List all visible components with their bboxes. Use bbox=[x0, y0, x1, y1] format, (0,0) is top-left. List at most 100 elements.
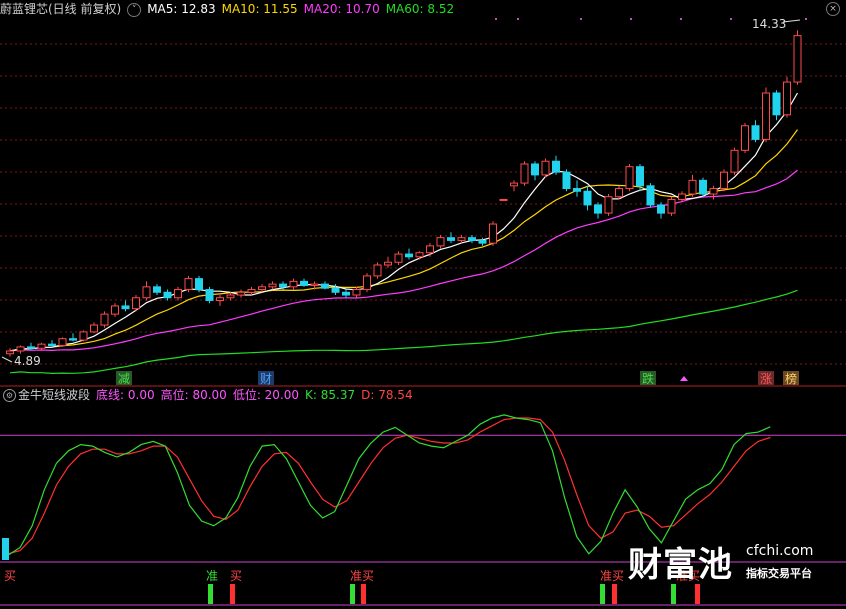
candle-body bbox=[615, 188, 623, 198]
candle-body bbox=[132, 297, 140, 310]
candle-body bbox=[520, 163, 529, 184]
candle-body bbox=[268, 283, 277, 288]
candle-body bbox=[121, 305, 130, 310]
top-marker bbox=[680, 18, 682, 20]
candle-body bbox=[730, 149, 739, 173]
candle-body bbox=[195, 278, 203, 291]
candle-body bbox=[594, 204, 602, 214]
candle-body bbox=[625, 166, 634, 190]
candle-body bbox=[321, 283, 329, 289]
top-marker bbox=[730, 18, 732, 20]
candle-body bbox=[300, 280, 308, 286]
candle-body bbox=[226, 294, 235, 299]
candle-body bbox=[436, 237, 445, 247]
ma60-line bbox=[9, 289, 798, 375]
candle-body bbox=[720, 171, 728, 190]
candle-body bbox=[384, 261, 392, 266]
candle-body bbox=[772, 92, 781, 116]
event-marker: 财 bbox=[260, 372, 272, 386]
signal-label: 准 bbox=[206, 569, 218, 583]
candle-body bbox=[741, 125, 749, 151]
start-bar bbox=[2, 538, 9, 560]
candle-body bbox=[27, 346, 35, 349]
candle-body bbox=[678, 193, 686, 200]
candle-body bbox=[699, 179, 707, 195]
candle-body bbox=[793, 35, 802, 83]
candle-body bbox=[90, 324, 98, 333]
candle-body bbox=[415, 252, 424, 258]
candle-body bbox=[342, 291, 350, 296]
candle-body bbox=[111, 305, 119, 315]
price-high-label: 14.33 bbox=[752, 17, 786, 31]
candle-body bbox=[247, 289, 256, 293]
signal-label: 买 bbox=[230, 569, 242, 583]
candle-body bbox=[688, 179, 697, 195]
signal-bar bbox=[350, 584, 355, 604]
event-marker: 榜 bbox=[785, 371, 797, 386]
event-marker: 涨 bbox=[760, 371, 772, 386]
candle-body bbox=[279, 283, 287, 288]
candle-body bbox=[69, 338, 77, 341]
candle-body bbox=[205, 289, 214, 301]
candle-body bbox=[142, 286, 151, 299]
candle-body bbox=[310, 283, 319, 286]
candle-body bbox=[363, 275, 371, 291]
d-line bbox=[7, 417, 771, 555]
candle-body bbox=[552, 160, 560, 173]
signal-label: 买 bbox=[4, 569, 16, 583]
candle-body bbox=[405, 253, 413, 258]
candle-body bbox=[646, 185, 655, 206]
candle-body bbox=[237, 291, 245, 296]
top-marker bbox=[517, 18, 519, 20]
candle-body bbox=[447, 237, 455, 241]
candle-body bbox=[499, 198, 508, 201]
signal-label: 准买 bbox=[600, 569, 624, 583]
top-marker bbox=[580, 18, 582, 20]
candle-body bbox=[373, 264, 382, 277]
event-triangle-icon bbox=[680, 376, 688, 381]
price-low-label: 4.89 bbox=[14, 354, 41, 368]
candle-body bbox=[58, 338, 67, 347]
candle-body bbox=[709, 188, 718, 195]
candle-body bbox=[331, 287, 340, 293]
watermark-brand: 财富池 bbox=[628, 545, 733, 585]
candle-body bbox=[751, 125, 760, 140]
signal-bar bbox=[612, 584, 617, 604]
candle-body bbox=[762, 92, 770, 140]
signal-bar bbox=[361, 584, 366, 604]
candle-body bbox=[258, 286, 266, 291]
watermark-url: cfchi.com bbox=[746, 543, 814, 559]
candle-body bbox=[657, 204, 665, 214]
watermark: 财富池 cfchi.com 指标交易平台 bbox=[628, 537, 838, 589]
candle-body bbox=[163, 291, 172, 299]
candle-body bbox=[783, 81, 791, 116]
candle-body bbox=[16, 346, 25, 352]
top-marker bbox=[630, 18, 632, 20]
ma5-line bbox=[9, 92, 799, 352]
candle-body bbox=[174, 289, 182, 299]
candle-body bbox=[48, 343, 56, 347]
candle-body bbox=[37, 343, 46, 349]
candle-body bbox=[541, 160, 550, 176]
top-marker bbox=[495, 18, 497, 20]
candle-body bbox=[394, 253, 403, 263]
candle-body bbox=[562, 171, 571, 190]
signal-bar bbox=[230, 584, 235, 604]
candle-body bbox=[184, 278, 193, 291]
signal-bar bbox=[208, 584, 213, 604]
candle-body bbox=[352, 289, 361, 296]
signal-label: 准买 bbox=[350, 569, 374, 583]
low-pointer bbox=[1, 356, 13, 363]
candle-body bbox=[583, 190, 592, 206]
candle-body bbox=[468, 237, 476, 241]
candle-body bbox=[510, 182, 518, 187]
candle-body bbox=[604, 196, 613, 214]
chart-canvas[interactable]: 14.334.89减财跌涨榜买准买准买 准买 准买 bbox=[0, 0, 846, 609]
event-marker: 减 bbox=[118, 372, 130, 386]
candle-body bbox=[216, 297, 224, 301]
candle-body bbox=[573, 188, 581, 192]
watermark-slogan: 指标交易平台 bbox=[746, 567, 812, 580]
candle-body bbox=[636, 166, 644, 187]
candle-body bbox=[478, 239, 487, 244]
top-marker bbox=[805, 18, 807, 20]
